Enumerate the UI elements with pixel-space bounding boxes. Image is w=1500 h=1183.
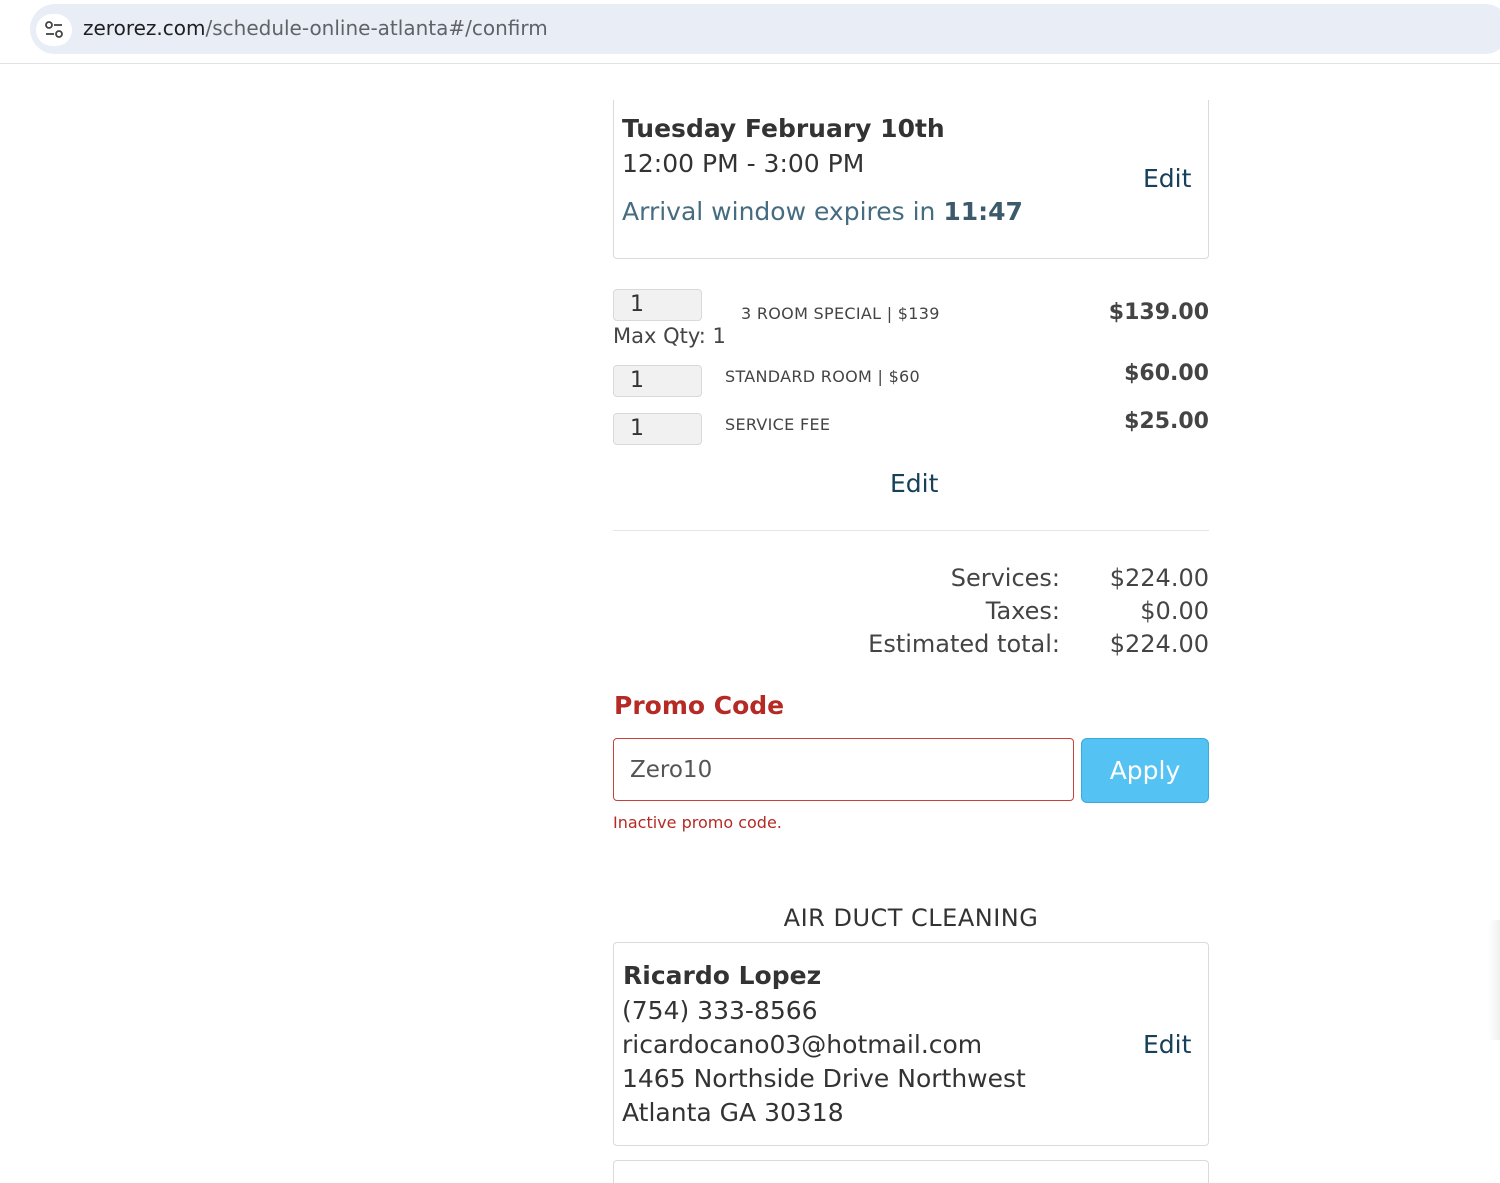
expiry-countdown: 11:47 [943, 197, 1023, 226]
edit-contact-link[interactable]: Edit [1143, 1030, 1191, 1059]
promo-error-message: Inactive promo code. [613, 813, 782, 832]
item-price-standard-room: $60.00 [1124, 361, 1209, 386]
taxes-value: $0.00 [1140, 597, 1209, 625]
edit-appointment-link[interactable]: Edit [1143, 164, 1191, 193]
item-price-3-room-special: $139.00 [1108, 300, 1209, 325]
services-label: Services: [950, 564, 1060, 592]
url-host: zerorez.com [83, 16, 206, 40]
contact-phone: (754) 333-8566 [622, 996, 818, 1025]
promo-code-input[interactable] [613, 738, 1074, 801]
item-name-service-fee: SERVICE FEE [725, 415, 831, 434]
services-value: $224.00 [1109, 564, 1209, 592]
url-path: /schedule-online-atlanta#/confirm [205, 16, 548, 40]
quantity-field-3-room-special[interactable]: 1 [613, 289, 702, 321]
browser-toolbar: zerorez.com/schedule-online-atlanta#/con… [0, 0, 1500, 64]
taxes-label: Taxes: [985, 597, 1060, 625]
next-card [613, 1160, 1209, 1183]
item-name-standard-room: STANDARD ROOM | $60 [725, 367, 921, 386]
divider [613, 530, 1209, 531]
contact-email: ricardocano03@hotmail.com [622, 1030, 983, 1059]
appointment-time-window: 12:00 PM - 3:00 PM [622, 149, 865, 178]
contact-street: 1465 Northside Drive Northwest [622, 1064, 1026, 1093]
tune-icon[interactable] [36, 14, 72, 46]
estimated-total-value: $224.00 [1109, 630, 1209, 658]
estimated-total-label: Estimated total: [868, 630, 1060, 658]
url-text[interactable]: zerorez.com/schedule-online-atlanta#/con… [83, 16, 548, 40]
promo-code-title: Promo Code [614, 691, 785, 720]
contact-city-line: Atlanta GA 30318 [622, 1098, 844, 1127]
scroll-edge-shadow [1488, 920, 1500, 1040]
item-name-3-room-special: 3 ROOM SPECIAL | $139 [741, 304, 940, 323]
expiry-label: Arrival window expires in [622, 197, 944, 226]
service-section-title: AIR DUCT CLEANING [783, 904, 1039, 932]
quantity-field-service-fee[interactable]: 1 [613, 413, 702, 445]
contact-name: Ricardo Lopez [623, 961, 822, 990]
quantity-field-standard-room[interactable]: 1 [613, 365, 702, 397]
max-qty-note: Max Qty: 1 [613, 324, 726, 348]
appointment-date: Tuesday February 10th [622, 114, 945, 143]
arrival-window-expiry: Arrival window expires in 11:47 [622, 197, 1023, 226]
edit-items-link[interactable]: Edit [890, 469, 938, 498]
item-price-service-fee: $25.00 [1124, 409, 1209, 434]
apply-promo-button[interactable]: Apply [1081, 738, 1209, 803]
